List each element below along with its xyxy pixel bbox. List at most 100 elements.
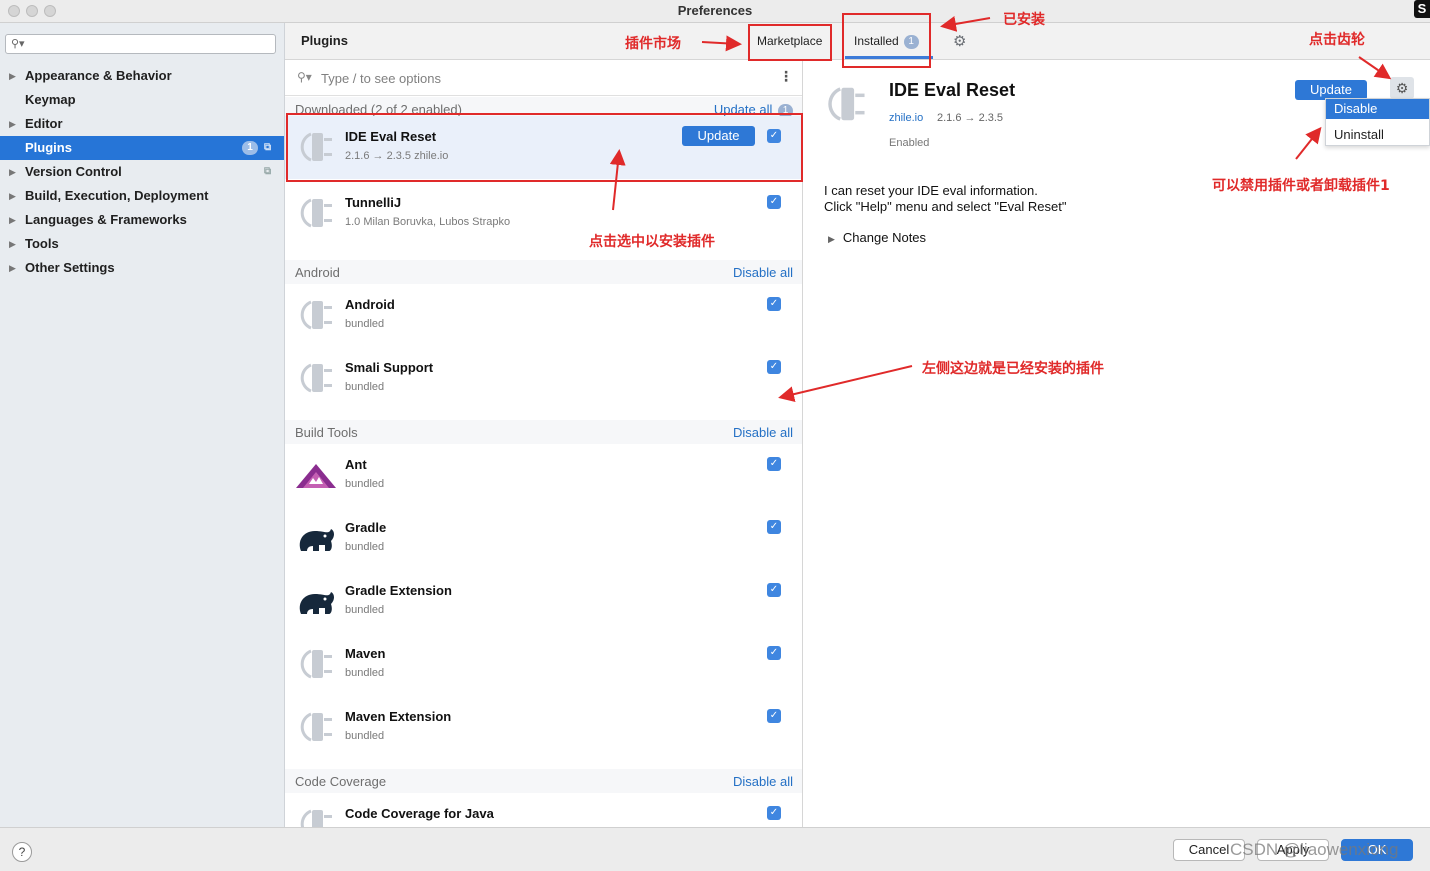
sidebar-item-appearance[interactable]: ▶ Appearance & Behavior (0, 64, 284, 88)
plugin-row-gradle-extension[interactable]: Gradle Extension bundled ✓ (285, 570, 802, 633)
plugin-row-android[interactable]: Android bundled ✓ (285, 284, 802, 347)
sidebar-item-label: Keymap (25, 92, 76, 107)
gear-icon[interactable]: ⚙ (953, 32, 966, 50)
plugin-status: Enabled (889, 137, 930, 149)
plugin-meta: bundled (345, 478, 385, 490)
expand-arrow-icon[interactable]: ▶ (9, 160, 16, 184)
plugin-row-code-coverage-java[interactable]: Code Coverage for Java ✓ (285, 793, 802, 827)
expand-arrow-icon[interactable]: ▶ (9, 112, 16, 136)
plugin-icon (300, 198, 332, 228)
plugin-icon (300, 809, 332, 827)
sidebar-item-label: Other Settings (25, 260, 115, 275)
plugin-row-tunnellij[interactable]: TunnelliJ 1.0 Milan Boruvka, Lubos Strap… (285, 182, 802, 245)
expand-arrow-icon[interactable]: ▶ (9, 184, 16, 208)
sidebar-item-keymap[interactable]: Keymap (0, 88, 284, 112)
menu-item-disable[interactable]: Disable (1326, 99, 1429, 119)
annotation-box-installed (842, 13, 931, 68)
plugin-actions-menu: Disable Uninstall (1325, 98, 1430, 146)
search-placeholder: Type / to see options (321, 71, 441, 86)
help-button[interactable]: ? (12, 842, 32, 862)
plugin-enabled-checkbox[interactable]: ✓ (767, 297, 781, 311)
gear-icon[interactable]: ⚙ (1390, 77, 1414, 99)
sidebar-item-tools[interactable]: ▶ Tools (0, 232, 284, 256)
detail-update-button[interactable]: Update (1295, 80, 1367, 100)
plugin-enabled-checkbox[interactable]: ✓ (767, 583, 781, 597)
plugin-row-maven-extension[interactable]: Maven Extension bundled ✓ (285, 696, 802, 759)
disable-all-link[interactable]: Disable all (733, 774, 793, 789)
plugin-vendor-link[interactable]: zhile.io (889, 112, 923, 124)
plugin-description: I can reset your IDE eval information. C… (824, 183, 1066, 215)
menu-item-uninstall[interactable]: Uninstall (1326, 125, 1429, 145)
plugin-name: TunnelliJ (345, 195, 402, 210)
plugin-icon (300, 649, 332, 679)
plugin-row-ant[interactable]: Ant bundled ✓ (285, 444, 802, 507)
plugin-enabled-checkbox[interactable]: ✓ (767, 195, 781, 209)
plugin-version: 2.1.6 → 2.3.5 (937, 112, 1004, 124)
plugin-name: Gradle Extension (345, 583, 452, 598)
settings-search-input[interactable]: ⚲▾ (5, 34, 276, 54)
expand-arrow-icon: ▶ (828, 234, 835, 244)
plugin-icon (300, 300, 332, 330)
annotation-install: 点击选中以安装插件 (589, 234, 715, 250)
plugin-detail-title: IDE Eval Reset (889, 80, 1016, 100)
disable-all-link[interactable]: Disable all (733, 425, 793, 440)
plugin-enabled-checkbox[interactable]: ✓ (767, 806, 781, 820)
plugin-enabled-checkbox[interactable]: ✓ (767, 520, 781, 534)
plugin-enabled-checkbox[interactable]: ✓ (767, 360, 781, 374)
sidebar-item-label: Build, Execution, Deployment (25, 188, 209, 203)
annotation-box-marketplace (748, 24, 832, 61)
update-count-badge: 1 (242, 141, 258, 155)
plugin-meta: bundled (345, 730, 385, 742)
sidebar-item-languages[interactable]: ▶ Languages & Frameworks (0, 208, 284, 232)
expand-arrow-icon[interactable]: ▶ (9, 256, 16, 280)
disable-all-link[interactable]: Disable all (733, 265, 793, 280)
plugin-meta: bundled (345, 667, 385, 679)
plugin-meta: bundled (345, 318, 385, 330)
plugin-meta: 1.0 Milan Boruvka, Lubos Strapko (345, 216, 511, 228)
annotation-installed: 已安装 (1003, 12, 1045, 28)
window-title: Preferences (677, 3, 753, 18)
settings-sidebar: ⚲▾ ▶ Appearance & Behavior Keymap ▶ Edit… (0, 23, 285, 827)
plugin-name: Smali Support (345, 360, 434, 375)
plugin-meta: bundled (345, 604, 385, 616)
plugin-name: Maven (345, 646, 386, 661)
annotation-box-selected-plugin (286, 113, 803, 182)
plugin-row-maven[interactable]: Maven bundled ✓ (285, 633, 802, 696)
group-header-android: Android Disable all (285, 260, 802, 284)
elephant-icon (299, 529, 334, 551)
group-title: Code Coverage (295, 774, 387, 789)
plugin-enabled-checkbox[interactable]: ✓ (767, 457, 781, 471)
expand-arrow-icon[interactable]: ▶ (9, 232, 16, 256)
expand-arrow-icon[interactable]: ▶ (9, 208, 16, 232)
plugin-row-smali-support[interactable]: Smali Support bundled ✓ (285, 347, 802, 410)
search-icon: ⚲▾ (11, 38, 25, 50)
plugin-meta: bundled (345, 381, 385, 393)
ant-icon (296, 464, 336, 488)
plugin-row-gradle[interactable]: Gradle bundled ✓ (285, 507, 802, 570)
annotation-gear: 点击齿轮 (1309, 32, 1365, 48)
plugin-enabled-checkbox[interactable]: ✓ (767, 709, 781, 723)
expand-arrow-icon[interactable]: ▶ (9, 64, 16, 88)
plugin-search-input[interactable]: ⚲▾ Type / to see options ⋮ (285, 60, 802, 96)
sidebar-item-version-control[interactable]: ▶ Version Control ⧉ (0, 160, 284, 184)
annotation-list: 左侧这边就是已经安装的插件 (922, 361, 1104, 377)
sidebar-item-label: Plugins (25, 140, 72, 155)
change-notes-label: Change Notes (842, 230, 927, 245)
plugin-name: Maven Extension (345, 709, 452, 724)
description-line: I can reset your IDE eval information. (824, 183, 1038, 198)
project-settings-icon: ⧉ (264, 142, 272, 153)
change-notes-toggle[interactable]: ▶ Change Notes (828, 230, 926, 245)
sidebar-item-editor[interactable]: ▶ Editor (0, 112, 284, 136)
project-settings-icon: ⧉ (264, 166, 272, 177)
group-header-code-coverage: Code Coverage Disable all (285, 769, 802, 793)
plugin-name: Code Coverage for Java (345, 806, 494, 821)
sidebar-item-build[interactable]: ▶ Build, Execution, Deployment (0, 184, 284, 208)
plugin-name: Android (345, 297, 395, 312)
more-options-icon[interactable]: ⋮ (779, 68, 793, 85)
sidebar-item-label: Languages & Frameworks (25, 212, 187, 227)
description-line: Click "Help" menu and select "Eval Reset… (824, 199, 1067, 214)
group-title: Build Tools (295, 425, 358, 440)
sidebar-item-plugins[interactable]: Plugins 1 ⧉ (0, 136, 284, 160)
plugin-enabled-checkbox[interactable]: ✓ (767, 646, 781, 660)
sidebar-item-other-settings[interactable]: ▶ Other Settings (0, 256, 284, 280)
